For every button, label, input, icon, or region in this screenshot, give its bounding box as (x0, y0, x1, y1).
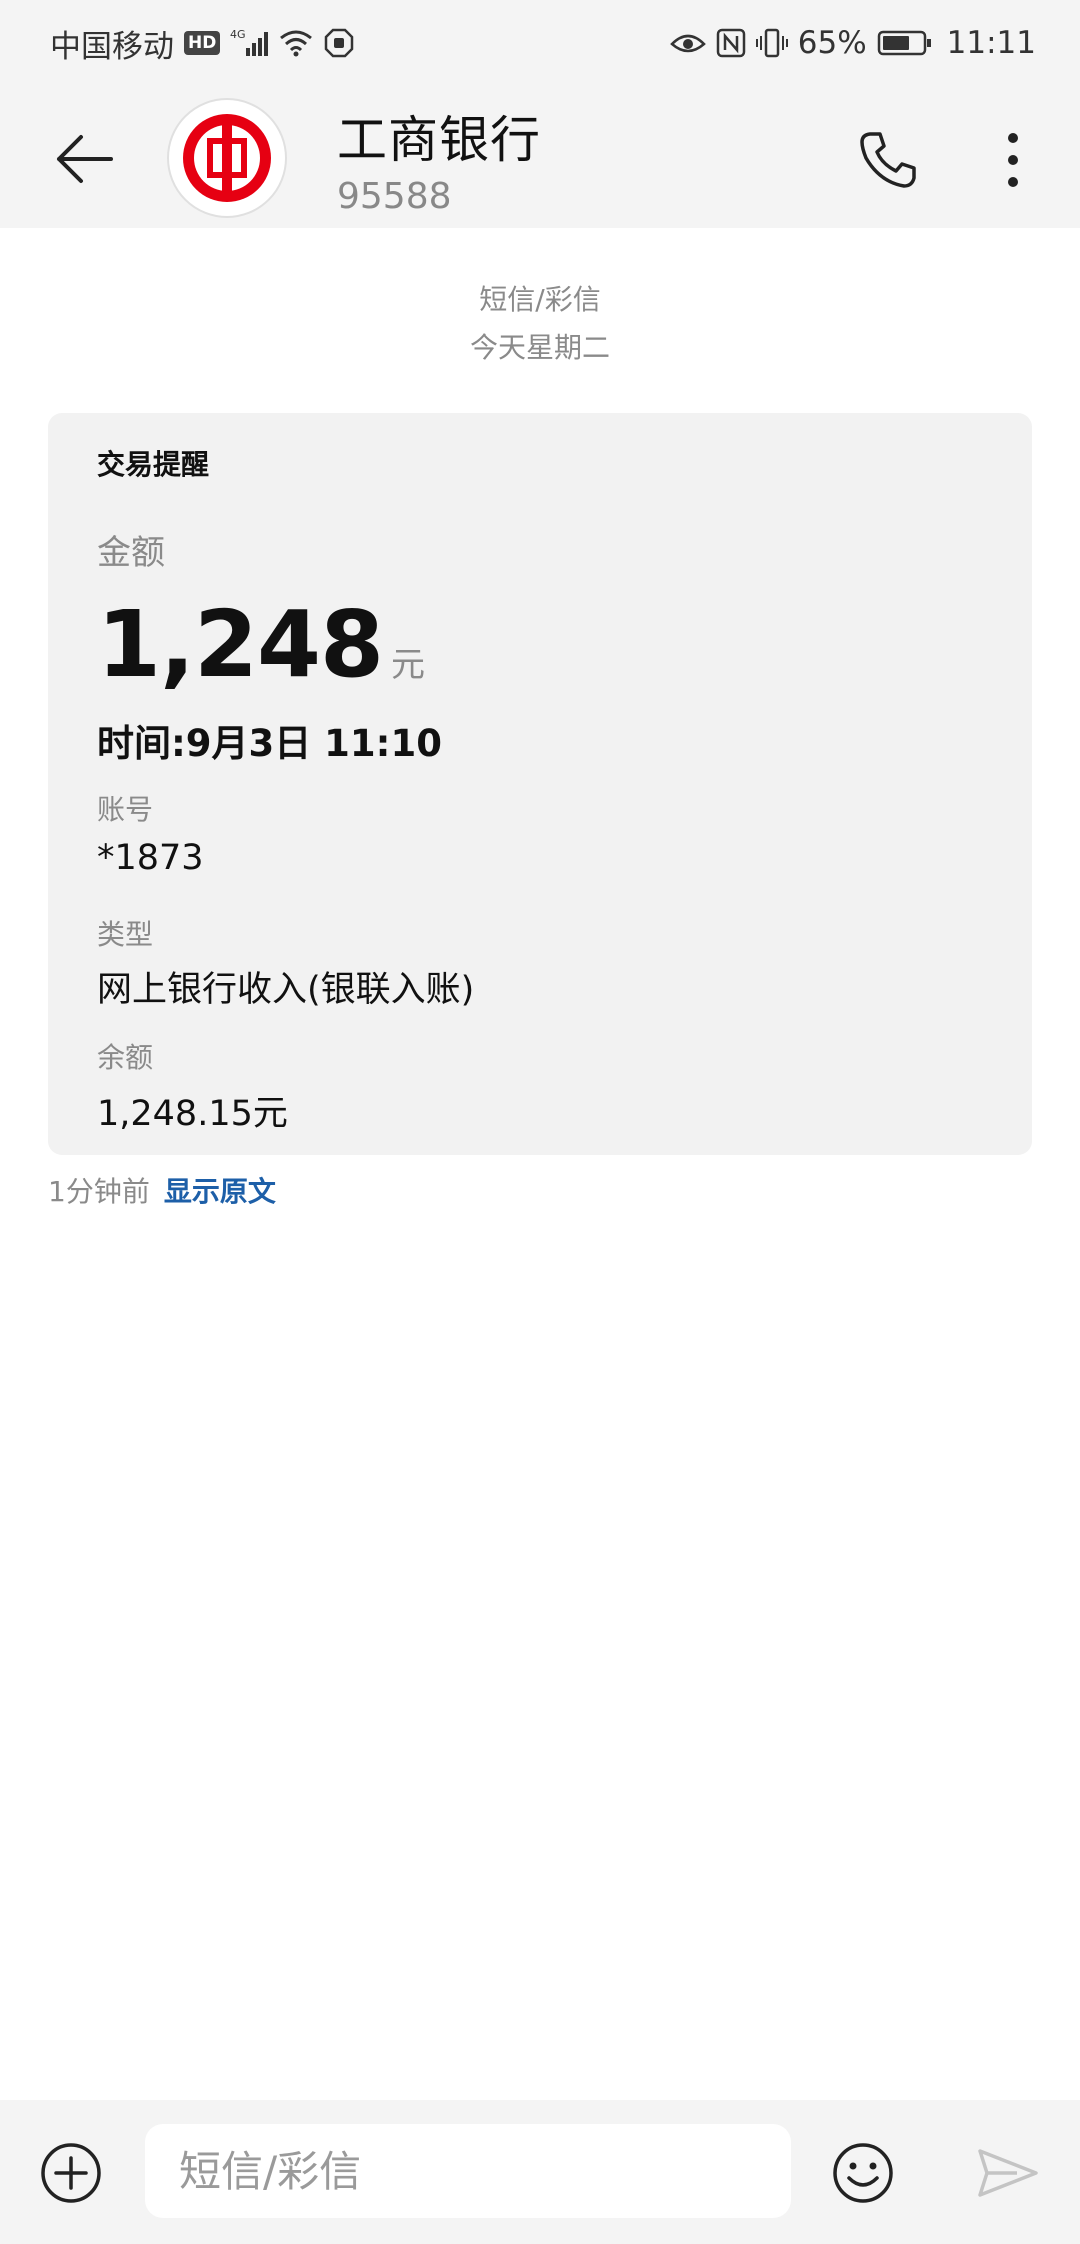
wifi-icon (278, 28, 314, 58)
composer-bar (0, 2100, 1080, 2244)
date-separator: 今天星期二 (469, 331, 610, 364)
transaction-time: 时间:9月3日 11:10 (97, 722, 442, 765)
vibrate-icon (755, 28, 788, 58)
message-time-ago: 1分钟前 (48, 1175, 150, 1208)
emoji-icon (833, 2143, 893, 2203)
balance-value: 1,248.15元 (97, 1094, 288, 1134)
carrier-label: 中国移动 (50, 28, 174, 65)
contact-avatar[interactable] (167, 98, 287, 218)
battery-icon (877, 29, 933, 57)
contact-name: 工商银行 (337, 111, 541, 169)
icbc-logo-icon (183, 114, 271, 202)
emoji-button[interactable] (830, 2140, 896, 2206)
more-vertical-icon (1008, 133, 1018, 187)
amount-row: 1,248 元 (97, 591, 425, 698)
message-meta: 1分钟前 显示原文 (48, 1170, 276, 1210)
transaction-card[interactable]: 交易提醒 金额 1,248 元 时间:9月3日 11:10 账号 *1873 类… (48, 413, 1032, 1155)
signal-icon: 4G (230, 28, 269, 58)
type-label: 类型 (97, 918, 154, 951)
contact-number: 95588 (337, 176, 452, 217)
nfc-icon (716, 28, 746, 58)
send-icon (978, 2149, 1038, 2197)
status-bar: 中国移动 HD 4G 65% 11:11 (0, 0, 1080, 86)
message-input[interactable] (145, 2124, 791, 2218)
eye-icon (669, 30, 706, 56)
account-value: *1873 (97, 838, 204, 878)
send-button[interactable] (975, 2142, 1041, 2204)
message-type-label: 短信/彩信 (479, 283, 601, 316)
conversation-header: 工商银行 95588 (0, 86, 1080, 228)
add-attachment-button[interactable] (38, 2140, 104, 2206)
balance-label: 余额 (97, 1041, 154, 1074)
phone-icon (860, 132, 916, 188)
amount-unit: 元 (391, 645, 426, 685)
show-original-link[interactable]: 显示原文 (164, 1170, 276, 1210)
hd-icon: HD (184, 31, 221, 55)
amount-label: 金额 (97, 533, 165, 573)
card-title: 交易提醒 (97, 448, 210, 481)
back-arrow-icon (57, 135, 113, 183)
back-button[interactable] (50, 124, 120, 194)
hand-icon (324, 28, 354, 58)
clock: 11:11 (946, 25, 1036, 61)
status-right: 65% 11:11 (669, 25, 1036, 61)
call-button[interactable] (850, 122, 926, 198)
account-label: 账号 (97, 793, 154, 826)
network-type-label: 4G (230, 28, 246, 41)
amount-value: 1,248 (97, 591, 384, 698)
more-options-button[interactable] (990, 122, 1036, 198)
add-circle-icon (41, 2143, 101, 2203)
type-value: 网上银行收入(银联入账) (97, 970, 475, 1010)
battery-percent: 65% (797, 25, 867, 61)
status-left: 中国移动 HD 4G (50, 21, 354, 66)
